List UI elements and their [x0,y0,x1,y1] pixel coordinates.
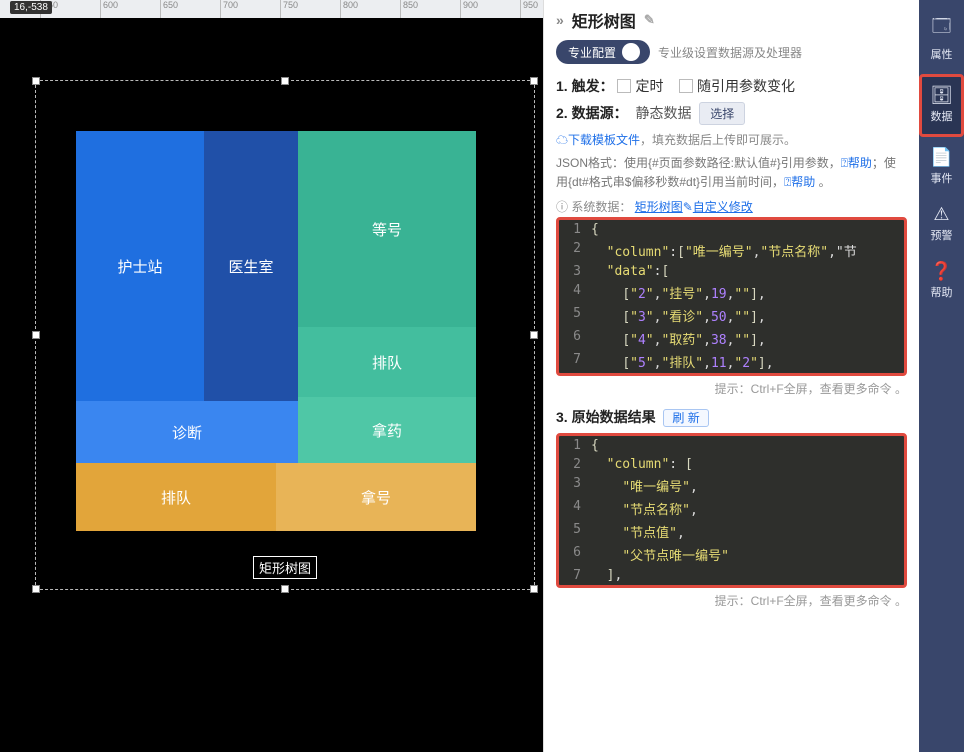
pro-config-desc: 专业级设置数据源及处理器 [658,44,802,61]
treemap-cell: 拿药 [298,397,476,463]
datasource-type: 静态数据 [635,105,691,121]
sidebar-icon: ⚠ [919,204,964,225]
editor-hint-2: 提示：Ctrl+F全屏，查看更多命令 。 [556,592,907,609]
custom-edit-link[interactable]: 自定义修改 [693,200,753,214]
select-datasource-button[interactable]: 选择 [699,102,745,125]
sidebar-label: 事件 [931,173,953,185]
treemap-chart: 护士站医生室诊断等号排队拿药排队拿号 [76,131,476,531]
pro-config-label: 专业配置 [568,44,616,61]
sidebar-tab-帮助[interactable]: ❓ 帮助 [919,253,964,310]
edit-title-icon[interactable]: ✎ [644,12,655,28]
resize-handle-se[interactable] [530,585,538,593]
section-3-number: 3. [556,409,568,425]
section-1-label: 触发： [572,78,614,94]
info-icon: ⓘ [556,200,568,214]
section-2-label: 数据源： [572,105,628,121]
checkbox-param-change[interactable] [679,79,693,93]
sidebar-tab-属性[interactable]: 🗔 属性 [919,6,964,72]
help-link-1[interactable]: ⍰帮助 [841,156,872,170]
chart-title-badge: 矩形树图 [253,556,317,579]
sidebar-icon: ❓ [919,261,964,282]
download-template-link[interactable]: 下载模板文件 [568,133,640,147]
sidebar-label: 帮助 [931,287,953,299]
help-link-2[interactable]: ⍰帮助 [784,175,815,189]
section-2-number: 2. [556,105,568,121]
resize-handle-sw[interactable] [32,585,40,593]
inspector-panel: » 矩形树图 ✎ 专业配置 专业级设置数据源及处理器 1. 触发： 定时 随引用… [543,0,919,752]
sidebar-icon: 🗄 [922,85,961,106]
period: 。 [815,175,830,189]
sysdata-label: 系统数据： [571,200,631,214]
section-3-label: 原始数据结果 [572,409,656,425]
inspector-title: 矩形树图 [572,8,636,32]
json-desc-1: JSON格式：使用{#页面参数路径:默认值#}引用参数， [556,156,841,170]
cloud-download-icon: ☁ [556,133,568,147]
sysdata-name-link[interactable]: 矩形树图 [635,200,683,214]
sidebar-icon: 📄 [919,147,964,168]
opt-timed-label: 定时 [635,78,663,94]
section-1-number: 1. [556,78,568,94]
cursor-coordinates: 16,-538 [10,1,52,14]
treemap-cell: 诊断 [76,401,298,463]
ruler-horizontal: 550600650700750800850900950 [0,0,543,18]
resize-handle-ne[interactable] [530,77,538,85]
resize-handle-w[interactable] [32,331,40,339]
treemap-cell: 排队 [76,463,276,531]
toggle-knob [622,43,640,61]
sidebar-tab-事件[interactable]: 📄 事件 [919,139,964,196]
sidebar-tab-数据[interactable]: 🗄 数据 [919,74,964,137]
treemap-cell: 医生室 [204,131,298,401]
download-tail: ，填充数据后上传即可展示。 [640,133,796,147]
resize-handle-s[interactable] [281,585,289,593]
canvas-pane[interactable]: 550600650700750800850900950 16,-538 护士站医… [0,0,543,752]
selection-box[interactable]: 护士站医生室诊断等号排队拿药排队拿号 矩形树图 [35,80,535,590]
sidebar-label: 预警 [931,230,953,242]
sidebar-tab-预警[interactable]: ⚠ 预警 [919,196,964,253]
editor-hint-1: 提示：Ctrl+F全屏，查看更多命令 。 [556,380,907,397]
pro-config-toggle[interactable]: 专业配置 [556,40,650,64]
collapse-icon[interactable]: » [556,12,564,28]
treemap-cell: 护士站 [76,131,204,401]
right-sidebar: 🗔 属性 🗄 数据 📄 事件 ⚠ 预警 ❓ 帮助 [919,0,964,752]
opt-param-label: 随引用参数变化 [697,78,795,94]
pencil-icon[interactable]: ✎ [683,200,693,214]
sidebar-icon: 🗔 [919,14,964,44]
sidebar-label: 属性 [931,49,953,61]
resize-handle-nw[interactable] [32,77,40,85]
code-editor-data[interactable]: 1{2 "column":["唯一编号","节点名称","节3 "data":[… [556,217,907,376]
code-editor-result[interactable]: 1{2 "column": [3 "唯一编号",4 "节点名称",5 "节点值"… [556,433,907,588]
treemap-cell: 拿号 [276,463,476,531]
refresh-button[interactable]: 刷 新 [663,409,708,427]
resize-handle-e[interactable] [530,331,538,339]
checkbox-timed[interactable] [617,79,631,93]
resize-handle-n[interactable] [281,77,289,85]
treemap-cell: 排队 [298,327,476,397]
sidebar-label: 数据 [931,111,953,123]
treemap-cell: 等号 [298,131,476,327]
